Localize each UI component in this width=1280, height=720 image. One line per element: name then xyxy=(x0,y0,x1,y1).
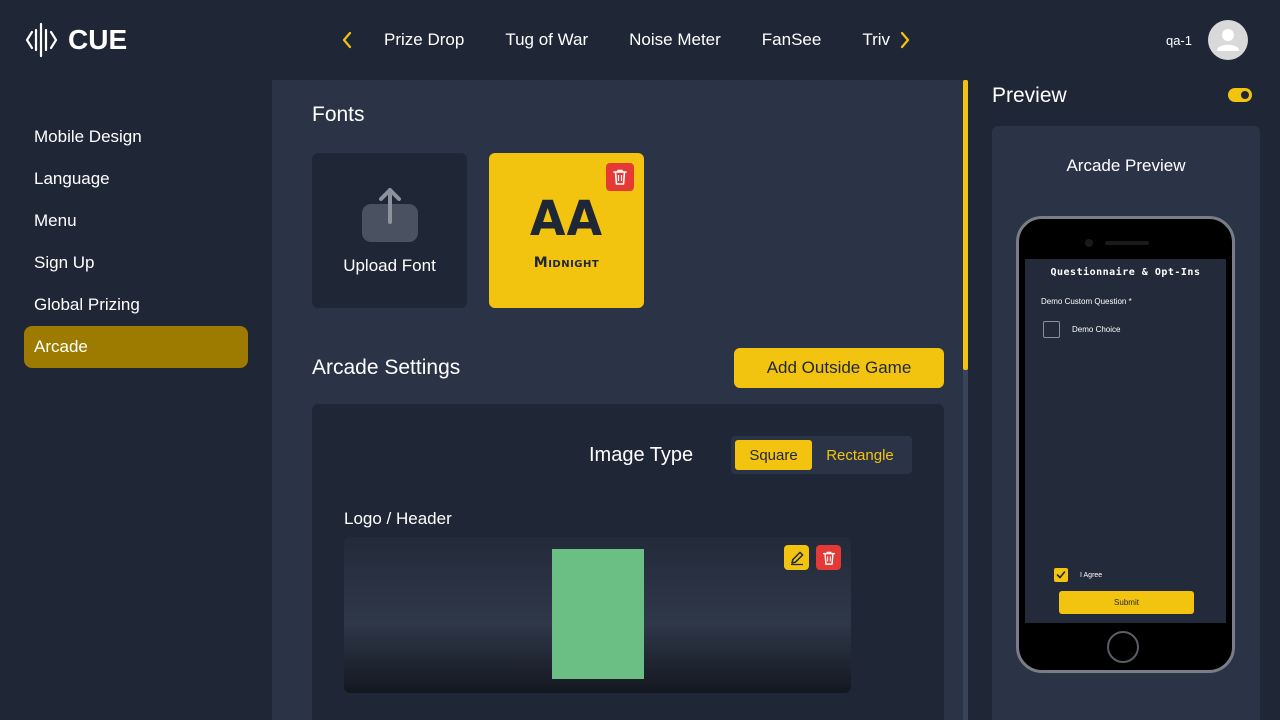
user-name: qa-1 xyxy=(1165,32,1192,48)
sidebar-item-global-prizing[interactable]: Global Prizing xyxy=(24,284,248,326)
agree-checkbox[interactable] xyxy=(1054,568,1068,582)
phone-mockup: Questionnaire & Opt-Ins Demo Custom Ques… xyxy=(1016,216,1235,673)
app-logo[interactable]: CUE xyxy=(24,21,127,59)
nav-item-tug-of-war[interactable]: Tug of War xyxy=(505,30,588,50)
phone-screen: Questionnaire & Opt-Ins Demo Custom Ques… xyxy=(1025,259,1226,623)
main-content[interactable]: Fonts Upload Font AA Midnight Arcade Set… xyxy=(272,80,965,720)
edit-logo-button[interactable] xyxy=(784,545,809,570)
logo-image-placeholder xyxy=(552,549,644,679)
preview-submit-button[interactable]: Submit xyxy=(1059,591,1194,614)
upload-font-label: Upload Font xyxy=(343,255,436,275)
image-type-square-button[interactable]: Square xyxy=(735,440,812,470)
phone-camera xyxy=(1085,239,1093,247)
user-icon xyxy=(1217,29,1239,51)
chevron-right-icon xyxy=(900,31,910,49)
preview-pane: Preview Arcade Preview Questionnaire & O… xyxy=(968,80,1280,720)
nav-items: Prize Drop Tug of War Noise Meter FanSee… xyxy=(362,30,890,50)
phone-home-button xyxy=(1107,631,1139,663)
nav-item-fansee[interactable]: FanSee xyxy=(762,30,822,50)
agree-label: I Agree xyxy=(1080,572,1103,579)
logo-header-image-box[interactable] xyxy=(344,537,851,693)
image-type-label: Image Type xyxy=(589,444,694,466)
delete-font-button[interactable] xyxy=(606,163,634,191)
image-type-toggle: Square Rectangle xyxy=(731,436,912,474)
sidebar-item-menu[interactable]: Menu xyxy=(24,200,248,242)
sidebar-item-sign-up[interactable]: Sign Up xyxy=(24,242,248,284)
trash-icon xyxy=(613,169,627,185)
arcade-preview-title: Arcade Preview xyxy=(1066,156,1186,175)
top-header: CUE Prize Drop Tug of War Noise Meter Fa… xyxy=(0,0,1280,80)
arcade-settings-panel: Image Type Square Rectangle Logo / Heade… xyxy=(312,404,944,720)
chevron-left-icon xyxy=(342,31,352,49)
pencil-icon xyxy=(790,551,803,565)
trash-icon xyxy=(822,551,835,565)
delete-logo-button[interactable] xyxy=(816,545,841,570)
demo-choice-checkbox[interactable] xyxy=(1043,321,1060,338)
add-outside-game-button[interactable]: Add Outside Game xyxy=(734,348,944,388)
font-name: Midnight xyxy=(533,254,600,271)
sidebar-item-arcade[interactable]: Arcade xyxy=(24,326,248,368)
demo-question-label: Demo Custom Question * xyxy=(1041,297,1132,306)
nav-item-trivia[interactable]: Trivia xyxy=(862,30,890,50)
arcade-settings-title: Arcade Settings xyxy=(312,356,461,379)
logo-header-label: Logo / Header xyxy=(344,509,452,528)
cue-waveform-icon xyxy=(25,22,58,58)
font-preview-glyph: AA xyxy=(529,189,604,246)
toggle-knob xyxy=(1241,91,1249,99)
game-nav: Prize Drop Tug of War Noise Meter FanSee… xyxy=(336,20,916,60)
image-type-rectangle-button[interactable]: Rectangle xyxy=(812,440,908,470)
questionnaire-title: Questionnaire & Opt-Ins xyxy=(1050,267,1201,278)
nav-prev-button[interactable] xyxy=(336,20,358,60)
nav-next-button[interactable] xyxy=(894,20,916,60)
phone-speaker xyxy=(1105,241,1149,245)
upload-icon xyxy=(361,187,418,242)
demo-choice-label: Demo Choice xyxy=(1072,325,1121,334)
checkmark-icon xyxy=(1056,571,1066,579)
preview-toggle[interactable] xyxy=(1228,88,1252,102)
nav-item-prize-drop[interactable]: Prize Drop xyxy=(384,30,464,50)
logo-text: CUE xyxy=(68,24,128,55)
sidebar: Mobile Design Language Menu Sign Up Glob… xyxy=(0,80,272,720)
arcade-preview-card: Arcade Preview Questionnaire & Opt-Ins D… xyxy=(992,126,1260,720)
nav-item-noise-meter[interactable]: Noise Meter xyxy=(629,30,721,50)
user-menu[interactable]: qa-1 xyxy=(1166,20,1248,60)
sidebar-item-mobile-design[interactable]: Mobile Design xyxy=(24,116,248,158)
font-card-midnight[interactable]: AA Midnight xyxy=(489,153,644,308)
avatar[interactable] xyxy=(1208,20,1248,60)
upload-font-button[interactable]: Upload Font xyxy=(312,153,467,308)
sidebar-item-language[interactable]: Language xyxy=(24,158,248,200)
fonts-title: Fonts xyxy=(312,103,365,126)
preview-title: Preview xyxy=(992,84,1067,107)
